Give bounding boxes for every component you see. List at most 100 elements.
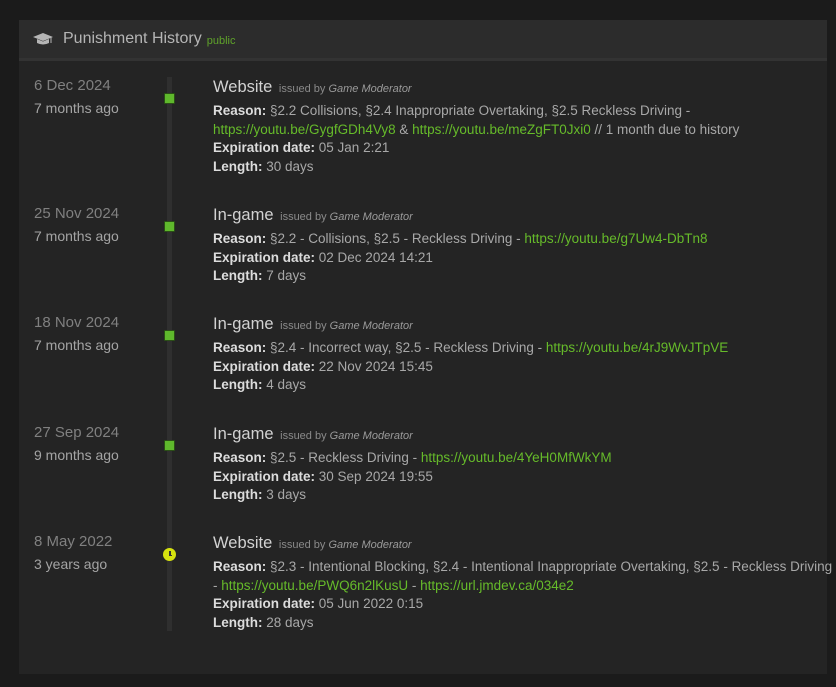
entry-body: Website issued by Game Moderator Reason:… bbox=[213, 533, 832, 633]
expiration-value: 22 Nov 2024 15:45 bbox=[318, 358, 433, 374]
entry-source: Website bbox=[213, 534, 273, 552]
entry-date: 8 May 2022 bbox=[34, 533, 113, 550]
entry-expiration: Expiration date: 05 Jan 2:21 bbox=[213, 139, 813, 158]
evidence-link[interactable]: https://youtu.be/meZgFT0Jxi0 bbox=[412, 122, 591, 137]
expiration-value: 05 Jun 2022 0:15 bbox=[318, 596, 424, 611]
expiration-value: 05 Jan 2:21 bbox=[318, 140, 390, 155]
issued-by-label: issued by Game Moderator bbox=[280, 320, 413, 332]
entry-reason: Reason: §2.5 - Reckless Driving - https:… bbox=[213, 449, 813, 468]
panel-title: Punishment History bbox=[63, 30, 202, 47]
length-value: 28 days bbox=[266, 614, 314, 630]
entry-length: Length: 30 days bbox=[213, 158, 813, 177]
entry-length: Length: 28 days bbox=[213, 614, 813, 633]
issued-by-label: issued by Game Moderator bbox=[280, 211, 413, 223]
active-marker-icon bbox=[164, 221, 175, 232]
punishment-history-panel: Punishment History public 6 Dec 2024 7 m… bbox=[19, 20, 832, 674]
panel-header: Punishment History public bbox=[19, 20, 827, 61]
reason-note: // 1 month due to history bbox=[594, 121, 740, 137]
entry-date: 6 Dec 2024 bbox=[34, 77, 111, 94]
entry-length: Length: 4 days bbox=[213, 376, 813, 395]
expiration-value: 02 Dec 2024 14:21 bbox=[318, 249, 433, 265]
graduation-cap-icon bbox=[33, 31, 53, 47]
length-label: Length: bbox=[213, 614, 263, 630]
evidence-link[interactable]: https://youtu.be/4YeH0MfWkYM bbox=[421, 450, 612, 465]
moderator-name: Game Moderator bbox=[329, 430, 413, 442]
length-value: 7 days bbox=[266, 268, 307, 283]
issued-by-label: issued by Game Moderator bbox=[280, 430, 413, 442]
entry-source: In-game bbox=[213, 425, 274, 443]
entry-expiration: Expiration date: 05 Jun 2022 0:15 bbox=[213, 595, 813, 614]
reason-separator: - bbox=[411, 577, 417, 593]
length-label: Length: bbox=[213, 158, 263, 174]
entry-reason: Reason: §2.4 - Incorrect way, §2.5 - Rec… bbox=[213, 339, 813, 358]
expiration-label: Expiration date: bbox=[213, 140, 316, 155]
reason-text: §2.5 - Reckless Driving - bbox=[270, 450, 418, 465]
entry-title: In-game issued by Game Moderator bbox=[213, 314, 813, 336]
evidence-link[interactable]: https://youtu.be/4rJ9WvJTpVE bbox=[546, 340, 728, 355]
length-label: Length: bbox=[213, 487, 263, 502]
expiration-label: Expiration date: bbox=[213, 596, 316, 611]
entry-reason-continued: - https://youtu.be/PWQ6n2lKusU - https:/… bbox=[213, 577, 813, 596]
issued-by-label: issued by Game Moderator bbox=[278, 539, 412, 551]
entry-relative-time: 3 years ago bbox=[34, 556, 108, 572]
entry-reason: Reason: §2.2 Collisions, §2.4 Inappropri… bbox=[213, 102, 813, 121]
issued-by-label: issued by Game Moderator bbox=[278, 83, 412, 95]
entry-relative-time: 7 months ago bbox=[34, 100, 119, 116]
entry-relative-time: 7 months ago bbox=[34, 337, 119, 353]
entry-date: 27 Sep 2024 bbox=[34, 424, 120, 441]
reason-separator: - bbox=[213, 577, 218, 593]
entry-source: In-game bbox=[213, 315, 274, 333]
reason-label: Reason: bbox=[213, 231, 267, 246]
moderator-name: Game Moderator bbox=[329, 211, 413, 223]
entry-length: Length: 7 days bbox=[213, 267, 813, 286]
expiration-label: Expiration date: bbox=[213, 358, 316, 374]
reason-label: Reason: bbox=[213, 103, 267, 118]
reason-text: §2.3 - Intentional Blocking, §2.4 - Inte… bbox=[270, 559, 833, 574]
entry-relative-time: 7 months ago bbox=[34, 228, 119, 244]
visibility-tag: public bbox=[206, 35, 236, 47]
entry-date: 18 Nov 2024 bbox=[34, 314, 120, 331]
expiration-value: 30 Sep 2024 19:55 bbox=[318, 468, 433, 484]
entry-expiration: Expiration date: 30 Sep 2024 19:55 bbox=[213, 468, 813, 487]
entry-title: Website issued by Game Moderator bbox=[213, 533, 813, 555]
entry-reason-continued: https://youtu.be/GygfGDh4Vy8 & https://y… bbox=[213, 121, 813, 140]
entry-length: Length: 3 days bbox=[213, 486, 813, 505]
entry-expiration: Expiration date: 02 Dec 2024 14:21 bbox=[213, 249, 813, 268]
entry-body: Website issued by Game Moderator Reason:… bbox=[213, 77, 813, 176]
reason-text: §2.4 - Incorrect way, §2.5 - Reckless Dr… bbox=[270, 340, 543, 355]
entry-source: Website bbox=[213, 78, 273, 96]
length-value: 4 days bbox=[266, 377, 307, 392]
length-value: 30 days bbox=[266, 158, 314, 174]
entry-title: In-game issued by Game Moderator bbox=[213, 424, 813, 446]
entry-reason: Reason: §2.3 - Intentional Blocking, §2.… bbox=[213, 558, 832, 577]
entry-relative-time: 9 months ago bbox=[34, 447, 119, 463]
reason-label: Reason: bbox=[213, 450, 267, 465]
evidence-link[interactable]: https://youtu.be/PWQ6n2lKusU bbox=[221, 578, 408, 593]
moderator-name: Game Moderator bbox=[329, 320, 413, 332]
entry-body: In-game issued by Game Moderator Reason:… bbox=[213, 424, 813, 505]
active-marker-icon bbox=[164, 93, 175, 104]
clock-icon bbox=[163, 548, 176, 561]
evidence-link[interactable]: https://url.jmdev.ca/034e2 bbox=[420, 578, 574, 593]
entry-expiration: Expiration date: 22 Nov 2024 15:45 bbox=[213, 358, 813, 377]
reason-text: §2.2 Collisions, §2.4 Inappropriate Over… bbox=[270, 103, 691, 118]
active-marker-icon bbox=[164, 440, 175, 451]
reason-label: Reason: bbox=[213, 559, 267, 574]
evidence-link[interactable]: https://youtu.be/GygfGDh4Vy8 bbox=[213, 122, 396, 137]
entry-body: In-game issued by Game Moderator Reason:… bbox=[213, 205, 813, 286]
reason-separator: & bbox=[399, 121, 409, 137]
expiration-label: Expiration date: bbox=[213, 249, 316, 265]
moderator-name: Game Moderator bbox=[328, 83, 412, 95]
entry-body: In-game issued by Game Moderator Reason:… bbox=[213, 314, 813, 395]
reason-label: Reason: bbox=[213, 340, 267, 355]
expiration-label: Expiration date: bbox=[213, 468, 316, 484]
reason-text: §2.2 - Collisions, §2.5 - Reckless Drivi… bbox=[270, 231, 521, 246]
length-value: 3 days bbox=[266, 487, 307, 502]
entry-title: In-game issued by Game Moderator bbox=[213, 205, 813, 227]
length-label: Length: bbox=[213, 268, 263, 283]
length-label: Length: bbox=[213, 377, 263, 392]
active-marker-icon bbox=[164, 330, 175, 341]
entry-date: 25 Nov 2024 bbox=[34, 205, 120, 222]
entry-title: Website issued by Game Moderator bbox=[213, 77, 813, 99]
evidence-link[interactable]: https://youtu.be/g7Uw4-DbTn8 bbox=[524, 231, 707, 246]
